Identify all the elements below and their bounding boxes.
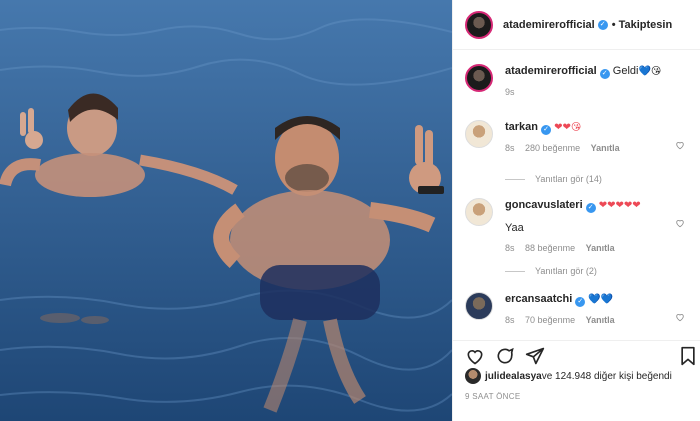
liker-avatar	[465, 368, 481, 384]
comment-time: 8s	[505, 243, 515, 253]
liker-username[interactable]: julidealasya	[485, 371, 542, 382]
reply-button[interactable]: Yanıtla	[586, 243, 615, 253]
share-icon[interactable]	[525, 346, 545, 366]
comment-time: 8s	[505, 143, 515, 153]
comment-emoji: 💙💙	[588, 294, 614, 305]
divider-line	[505, 178, 525, 180]
comments-list: atademirerofficial ✓ Geldi💙😘 9s tarkan ✓ ❤…	[453, 50, 700, 340]
follow-status[interactable]: • Takiptesin	[612, 19, 673, 31]
likes-count-text: ve 124.948 diğer kişi beğendi	[541, 370, 672, 382]
commenter-avatar[interactable]	[465, 120, 493, 148]
commenter-username[interactable]: tarkan	[505, 121, 538, 133]
commenter-avatar[interactable]	[465, 198, 493, 226]
comment-emoji: ❤❤😘	[554, 122, 582, 133]
comment-emoji: ❤❤❤❤❤	[598, 200, 641, 211]
divider-line	[505, 270, 525, 272]
comment-text: Yaa	[505, 222, 524, 234]
view-replies-label: Yanıtları gör (14)	[535, 174, 602, 184]
like-heart-icon[interactable]	[465, 346, 485, 366]
author-username[interactable]: atademirerofficial	[503, 19, 595, 31]
bookmark-icon[interactable]	[679, 346, 697, 366]
likes-summary[interactable]: julidealasya ve 124.948 diğer kişi beğen…	[465, 368, 672, 384]
commenter-username[interactable]: ercansaatchi	[505, 293, 572, 305]
view-replies-label: Yanıtları gör (2)	[535, 266, 597, 276]
caption-text: Geldi	[612, 65, 639, 77]
comment-likes[interactable]: 280 beğenme	[525, 143, 580, 153]
post-photo[interactable]	[0, 0, 452, 421]
verified-icon: ✓	[541, 125, 552, 135]
sea-scene-illustration	[0, 0, 452, 421]
verified-icon: ✓	[575, 297, 586, 307]
author-avatar[interactable]	[465, 10, 493, 39]
view-replies-button[interactable]: Yanıtları gör (14)	[505, 174, 602, 184]
commenter-avatar[interactable]	[465, 292, 493, 320]
verified-icon: ✓	[597, 19, 608, 30]
comment-item: ercansaatchi ✓ 💙💙 8s 70 beğenme Yanıtla	[465, 292, 693, 325]
post-side-panel: atademirerofficial ✓ • Takiptesin atadem…	[452, 0, 700, 421]
verified-icon: ✓	[599, 69, 610, 79]
reply-button[interactable]: Yanıtla	[586, 315, 615, 325]
comment-icon[interactable]	[495, 346, 515, 366]
heart-icon[interactable]	[675, 312, 685, 322]
comment-likes[interactable]: 70 beğenme	[525, 315, 575, 325]
caption-username[interactable]: atademirerofficial	[505, 65, 597, 77]
caption-avatar[interactable]	[465, 64, 493, 92]
comment-item: goncavuslateri ✓ ❤❤❤❤❤ Yaa 8s 88 beğenme …	[465, 198, 693, 253]
heart-icon[interactable]	[675, 218, 685, 228]
caption-time: 9s	[505, 87, 515, 97]
post-timestamp: 9 SAAT ÖNCE	[465, 392, 521, 401]
caption: atademirerofficial ✓ Geldi💙😘 9s	[465, 64, 693, 97]
action-bar	[453, 340, 700, 367]
post-header: atademirerofficial ✓ • Takiptesin	[453, 0, 700, 50]
commenter-username[interactable]: goncavuslateri	[505, 199, 583, 211]
comment-likes[interactable]: 88 beğenme	[525, 243, 575, 253]
view-replies-button[interactable]: Yanıtları gör (2)	[505, 266, 597, 276]
comment-time: 8s	[505, 315, 515, 325]
verified-icon: ✓	[585, 203, 596, 213]
heart-icon[interactable]	[675, 140, 685, 150]
reply-button[interactable]: Yanıtla	[591, 143, 620, 153]
caption-emoji: 💙😘	[638, 66, 662, 77]
comment-item: tarkan ✓ ❤❤😘 8s 280 beğenme Yanıtla	[465, 120, 693, 153]
